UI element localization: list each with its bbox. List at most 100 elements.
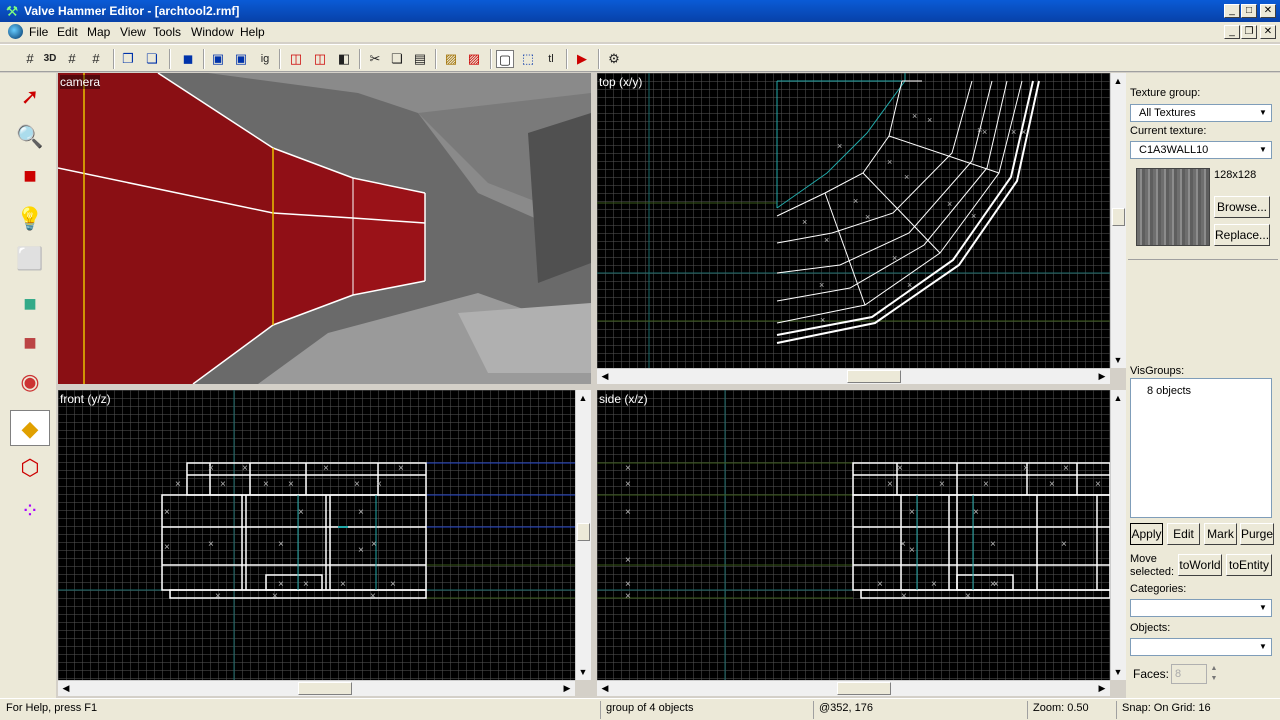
run-map-icon[interactable]: ▶ <box>573 50 591 68</box>
camera-tool-icon[interactable]: ■ <box>10 158 50 194</box>
cut-icon[interactable]: ✂ <box>366 50 384 68</box>
magnify-tool-icon[interactable]: 🔍 <box>10 119 50 155</box>
scroll-thumb[interactable] <box>847 370 901 383</box>
scroll-up-icon[interactable]: ▲ <box>1111 391 1125 405</box>
texture-lock-icon[interactable]: ◧ <box>335 50 353 68</box>
doc-close-button[interactable]: ✕ <box>1260 25 1276 39</box>
visgroup-edit-button[interactable]: Edit <box>1167 523 1200 545</box>
scroll-left-icon[interactable]: ◀ <box>598 369 612 383</box>
visgroup-purge-button[interactable]: Purge <box>1240 523 1274 545</box>
chevron-down-icon[interactable]: ▼ <box>1256 601 1270 615</box>
replace-button[interactable]: Replace... <box>1214 224 1270 246</box>
grid-larger-icon[interactable]: # <box>87 50 105 68</box>
toggle-texture-icon[interactable]: ◫ <box>311 50 329 68</box>
scroll-right-icon[interactable]: ▶ <box>1095 369 1109 383</box>
front-viewport-hscroll[interactable]: ◀ ▶ <box>58 680 575 696</box>
scroll-right-icon[interactable]: ▶ <box>1095 681 1109 695</box>
doc-minimize-button[interactable]: _ <box>1224 25 1240 39</box>
scroll-left-icon[interactable]: ◀ <box>598 681 612 695</box>
menu-map[interactable]: Map <box>87 25 110 39</box>
3d-grid-icon[interactable]: 3D <box>41 50 59 68</box>
maximize-button[interactable]: □ <box>1241 4 1257 18</box>
block-tool-icon[interactable]: ⬜ <box>10 241 50 277</box>
top-viewport-hscroll[interactable]: ◀ ▶ <box>597 368 1110 384</box>
texture-lock-label[interactable]: tl <box>542 50 560 68</box>
carve-icon[interactable]: ◼ <box>179 50 197 68</box>
clipping-tool-icon[interactable]: ◆ <box>10 410 50 446</box>
scroll-down-icon[interactable]: ▼ <box>1111 353 1125 367</box>
hatch-icon[interactable]: ▨ <box>442 50 460 68</box>
visgroup-item[interactable]: 8 objects <box>1147 385 1191 397</box>
faces-field[interactable]: 8 <box>1171 664 1207 684</box>
select-cursor-icon[interactable]: ⬚ <box>519 50 537 68</box>
menu-help[interactable]: Help <box>240 25 265 39</box>
camera-viewport[interactable]: camera <box>58 73 591 384</box>
categories-select[interactable]: ▼ <box>1130 599 1272 617</box>
faces-spinner[interactable]: ▲ ▼ <box>1207 664 1221 684</box>
front-viewport-vscroll[interactable]: ▲ ▼ <box>575 390 591 680</box>
selection-tool-icon[interactable]: ➚ <box>10 79 50 115</box>
path-tool-icon[interactable]: ⁘ <box>10 493 50 529</box>
paste-icon[interactable]: ▤ <box>411 50 429 68</box>
side-viewport-vscroll[interactable]: ▲ ▼ <box>1110 390 1126 680</box>
side-viewport-hscroll[interactable]: ◀ ▶ <box>597 680 1110 696</box>
scroll-left-icon[interactable]: ◀ <box>59 681 73 695</box>
select-box-icon[interactable]: ▢ <box>496 50 514 68</box>
options-icon[interactable]: ⚙ <box>605 50 623 68</box>
menu-edit[interactable]: Edit <box>57 25 78 39</box>
texture-application-icon[interactable]: ■ <box>10 286 50 322</box>
group-icon[interactable]: ❐ <box>119 50 137 68</box>
scroll-right-icon[interactable]: ▶ <box>560 681 574 695</box>
to-world-button[interactable]: toWorld <box>1178 554 1222 576</box>
scroll-thumb[interactable] <box>298 682 352 695</box>
top-viewport[interactable]: × × × × × × × × × × × × × × × × × × × to… <box>597 73 1110 368</box>
menu-window[interactable]: Window <box>191 25 234 39</box>
ignore-groups-label[interactable]: ig <box>256 50 274 68</box>
hide-icon[interactable]: ▣ <box>209 50 227 68</box>
scroll-thumb[interactable] <box>577 523 590 541</box>
to-entity-button[interactable]: toEntity <box>1226 554 1272 576</box>
ungroup-icon[interactable]: ❏ <box>143 50 161 68</box>
menu-view[interactable]: View <box>120 25 146 39</box>
menu-tools[interactable]: Tools <box>153 25 181 39</box>
chevron-down-icon[interactable]: ▼ <box>1256 106 1270 120</box>
decal-tool-icon[interactable]: ◉ <box>10 364 50 400</box>
grid-smaller-icon[interactable]: # <box>63 50 81 68</box>
side-viewport[interactable]: × × × × × × × × × × × × × × × × × × × × × × × × × × side … <box>597 390 1110 680</box>
scroll-up-icon[interactable]: ▲ <box>1111 74 1125 88</box>
document-globe-icon[interactable] <box>8 24 23 39</box>
scroll-up-icon[interactable]: ▲ <box>576 391 590 405</box>
show-icon[interactable]: ▣ <box>232 50 250 68</box>
current-texture-select[interactable]: C1A3WALL10 ▼ <box>1130 141 1272 159</box>
copy-icon[interactable]: ❏ <box>388 50 406 68</box>
scroll-thumb[interactable] <box>837 682 891 695</box>
apply-texture-icon[interactable]: ■ <box>10 325 50 361</box>
hatch-red-icon[interactable]: ▨ <box>465 50 483 68</box>
browse-button[interactable]: Browse... <box>1214 196 1270 218</box>
vertex-tool-icon[interactable]: ⬡ <box>10 450 50 486</box>
menu-file[interactable]: File <box>29 25 48 39</box>
chevron-down-icon[interactable]: ▼ <box>1256 640 1270 654</box>
grid-icon[interactable]: # <box>21 50 39 68</box>
minimize-button[interactable]: _ <box>1224 4 1240 18</box>
svg-text:×: × <box>340 579 346 590</box>
close-button[interactable]: ✕ <box>1260 4 1276 18</box>
svg-text:×: × <box>215 591 221 602</box>
visgroup-apply-button[interactable]: Apply <box>1130 523 1163 545</box>
visgroup-mark-button[interactable]: Mark <box>1204 523 1237 545</box>
scroll-down-icon[interactable]: ▼ <box>1111 665 1125 679</box>
scroll-down-icon[interactable]: ▼ <box>576 665 590 679</box>
visgroups-list[interactable]: 8 objects <box>1130 378 1272 518</box>
objects-select[interactable]: ▼ <box>1130 638 1272 656</box>
hollow-icon[interactable]: ◫ <box>287 50 305 68</box>
doc-restore-button[interactable]: ❐ <box>1241 25 1257 39</box>
texture-group-select[interactable]: All Textures ▼ <box>1130 104 1272 122</box>
scroll-thumb[interactable] <box>1112 208 1125 226</box>
top-viewport-vscroll[interactable]: ▲ ▼ <box>1110 73 1126 368</box>
svg-text:×: × <box>820 315 825 325</box>
hammer-app-icon[interactable]: ⚒ <box>4 3 20 19</box>
front-viewport[interactable]: × × × × × × × × × × × × × × × × × × × × × × × × × front … <box>58 390 575 680</box>
entity-tool-icon[interactable]: 💡 <box>10 201 50 237</box>
chevron-down-icon[interactable]: ▼ <box>1256 143 1270 157</box>
move-selected-label-2: selected: <box>1130 566 1175 578</box>
